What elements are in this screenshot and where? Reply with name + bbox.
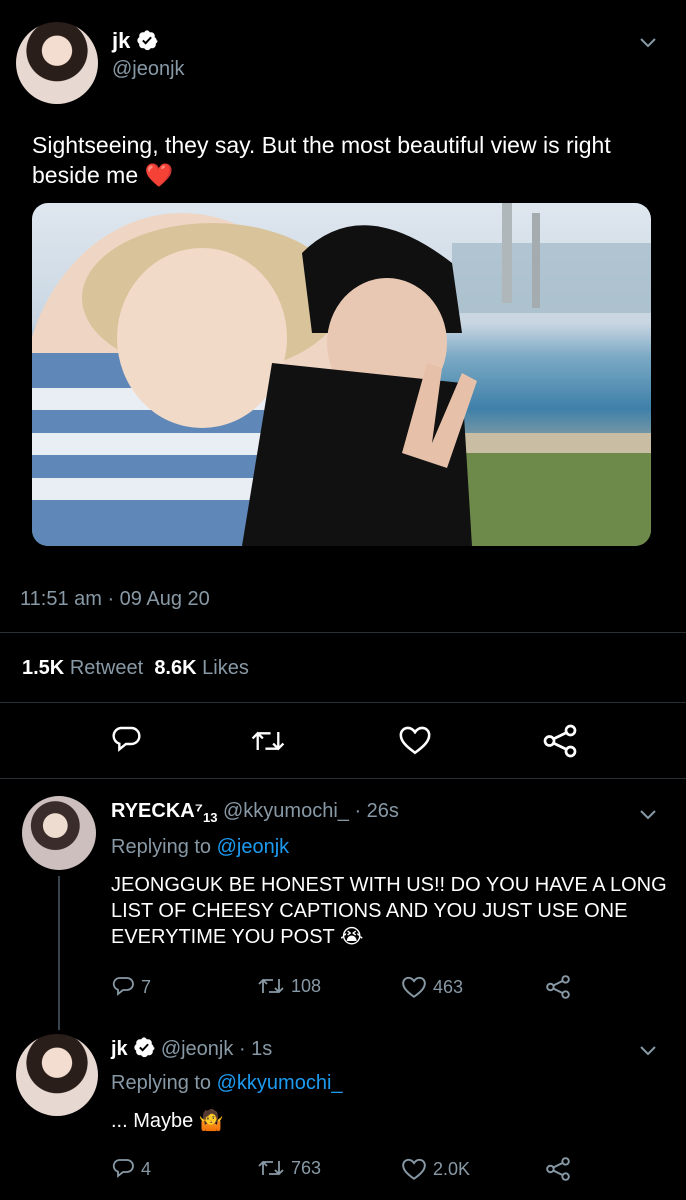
reply-count-value: 7 (141, 976, 152, 997)
tweet-timestamp[interactable]: 11:51 am · 09 Aug 20 (20, 588, 210, 611)
share-button[interactable] (545, 975, 571, 999)
reply-author-sub: 13 (202, 810, 218, 825)
reply-count[interactable]: 4 (111, 1157, 151, 1181)
tweet-stats: 1.5K Retweet 8.6K Likes (22, 657, 249, 680)
reply-avatar[interactable] (22, 796, 96, 870)
reply-icon (112, 1159, 134, 1178)
like-icon (402, 1158, 426, 1180)
replying-to-link[interactable]: @kkyumochi_ (217, 1072, 343, 1094)
reply-actions: 7 108 463 (111, 975, 611, 1005)
reply-header: jk @jeonjk · 1s (111, 1036, 272, 1061)
retweet-count-value: 763 (291, 1157, 322, 1178)
tweet-photo[interactable] (32, 203, 651, 546)
reply-author-name[interactable]: RYECKA⁷ (111, 800, 203, 822)
like-count[interactable]: 463 (401, 975, 463, 999)
thread-line (58, 876, 60, 1030)
like-icon[interactable] (398, 724, 432, 756)
retweet-icon (258, 978, 284, 994)
retweets-label[interactable]: Retweet (70, 657, 143, 679)
reply-icon (112, 977, 134, 996)
shrug-emoji: 🤷 (198, 1110, 224, 1132)
likes-label[interactable]: Likes (202, 657, 249, 679)
reply-icon[interactable] (110, 724, 142, 756)
share-icon[interactable] (542, 724, 578, 758)
reply-text: ... Maybe 🤷 (111, 1108, 224, 1133)
likes-count[interactable]: 8.6K (154, 657, 196, 679)
reply-text: JEONGGUK BE HONEST WITH US!! DO YOU HAVE… (111, 872, 671, 950)
divider (0, 632, 686, 633)
author-name-text: jk (112, 28, 131, 53)
main-avatar[interactable] (16, 22, 98, 104)
share-icon (546, 1157, 570, 1181)
tweet-text-body: Sightseeing, they say. But the most beau… (32, 132, 611, 188)
retweet-count-value: 108 (291, 975, 322, 996)
reply-header: RYECKA⁷13 @kkyumochi_ · 26s (111, 800, 399, 825)
retweet-icon (258, 1160, 284, 1176)
verified-icon (137, 30, 159, 51)
crying-emoji: 😭 (339, 926, 364, 948)
reply-count[interactable]: 7 (111, 975, 151, 999)
reply-actions: 4 763 2.0K (111, 1157, 611, 1187)
author-handle[interactable]: @jeonjk (112, 58, 185, 81)
retweet-icon[interactable] (250, 726, 286, 756)
like-icon (402, 976, 426, 998)
like-count[interactable]: 2.0K (401, 1157, 470, 1181)
chevron-down-icon[interactable] (640, 810, 656, 820)
reply-author-handle[interactable]: @kkyumochi_ (223, 800, 349, 822)
retweet-count[interactable]: 763 (257, 1157, 321, 1179)
tweet-text: Sightseeing, they say. But the most beau… (32, 130, 652, 190)
replying-prefix: Replying to (111, 836, 212, 858)
reply-avatar[interactable] (16, 1034, 98, 1116)
divider (0, 702, 686, 703)
like-count-value: 2.0K (433, 1158, 471, 1179)
chevron-down-icon[interactable] (640, 1046, 656, 1056)
retweet-count[interactable]: 108 (257, 975, 321, 997)
chevron-down-icon[interactable] (640, 38, 656, 48)
retweets-count[interactable]: 1.5K (22, 657, 64, 679)
reply-text-body: ... Maybe (111, 1110, 194, 1132)
share-icon (546, 975, 570, 999)
verified-icon (134, 1037, 155, 1058)
replying-to: Replying to @kkyumochi_ (111, 1072, 343, 1095)
reply-count-value: 4 (141, 1158, 152, 1179)
replying-to: Replying to @jeonjk (111, 836, 289, 859)
replying-prefix: Replying to (111, 1072, 212, 1094)
reply-author-handle[interactable]: @jeonjk (161, 1038, 234, 1060)
divider (0, 778, 686, 779)
author-name[interactable]: jk (112, 28, 159, 54)
like-count-value: 463 (433, 976, 464, 997)
heart-emoji: ❤️ (144, 162, 174, 188)
reply-author-name[interactable]: jk (111, 1038, 128, 1060)
replying-to-link[interactable]: @jeonjk (217, 836, 290, 858)
reply-text-body: JEONGGUK BE HONEST WITH US!! DO YOU HAVE… (111, 874, 667, 948)
share-button[interactable] (545, 1157, 571, 1181)
photo-illustration (32, 203, 651, 546)
reply-time: · 26s (354, 800, 399, 822)
reply-time: · 1s (238, 1038, 273, 1060)
